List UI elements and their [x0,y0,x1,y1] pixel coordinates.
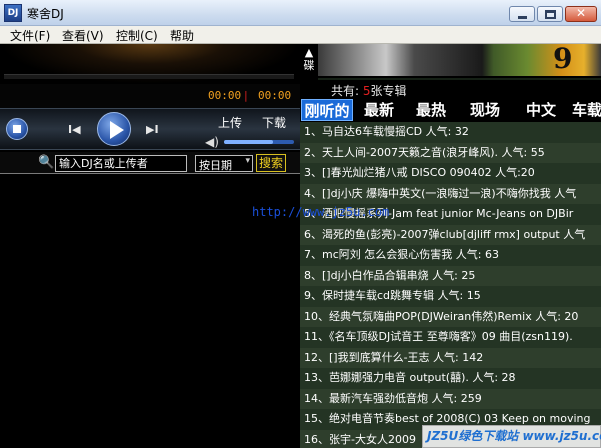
corner-watermark: JZ5U绿色下载站 www.jz5u.com [422,425,601,448]
song-list-item[interactable]: 13、芭娜娜强力电音 output(囍). 人气: 28 [300,368,601,389]
album-count-text: 张专辑 [370,84,407,98]
song-list-item[interactable]: 2、天上人间-2007天籁之音(浪牙峰风). 人气: 55 [300,142,601,163]
time-display: 00:00 | 00:00 [0,84,300,108]
app-icon: DJ [4,4,22,22]
song-list-item[interactable]: 3、[]春光灿烂猪八戒 DISCO 090402 人气:20 [300,163,601,184]
menu-view[interactable]: 查看(V) [62,27,104,44]
seek-bar[interactable] [4,74,294,79]
tab-live[interactable]: 现场 [464,99,506,121]
album-count-prefix: 共有: [331,84,360,98]
search-icon: 🔍 [38,155,55,170]
play-button[interactable] [97,112,131,146]
tab-newest[interactable]: 最新 [358,99,400,121]
tab-recent[interactable]: 刚听的 [301,99,353,121]
sidebar-toggle[interactable]: ▲ 碟 [300,44,318,80]
player-panel: 00:00 | 00:00 I◀ ▶I 上传 下载 ◀) 🔍 按日期 ▾ 搜索 [0,44,300,448]
song-list-item[interactable]: 7、mc阿刘 怎么会狠心伤害我 人气: 63 [300,245,601,266]
visualizer [0,44,300,84]
time-current: 00:00 [208,89,242,102]
download-button[interactable]: 下载 [262,114,286,131]
song-list-item[interactable]: 6、渴死的鱼(彭亮)-2007弹club[djliff rmx] output … [300,224,601,245]
sort-dropdown[interactable]: 按日期 ▾ [195,155,253,172]
song-list-item[interactable]: 1、马自达6车载慢摇CD 人气: 32 [300,122,601,143]
close-button[interactable]: ✕ [565,6,597,22]
tab-chinese[interactable]: 中文 [520,99,562,121]
playback-controls: I◀ ▶I 上传 下载 ◀) [0,108,300,150]
song-list-item[interactable]: 10、经典气氛嗨曲POP(DJWeiran伟然)Remix 人气: 20 [300,306,601,327]
library-panel: ▲ 碟 9 共有: 5张专辑 刚听的 最新 最热 现场 中文 车载 1、马自达6… [300,42,601,448]
album-count: 共有: 5张专辑 [331,82,407,99]
close-icon: ✕ [575,6,587,20]
menu-help[interactable]: 帮助 [170,27,194,44]
maximize-button[interactable] [537,6,563,22]
menu-bar: 文件(F) 查看(V) 控制(C) 帮助 [0,26,601,44]
tab-car[interactable]: 车载 [566,99,601,121]
search-input[interactable] [55,155,187,172]
volume-slider[interactable] [224,140,294,144]
minimize-button[interactable] [509,6,535,22]
time-separator: | [244,89,248,102]
album-cover-strip[interactable]: 9 [318,42,601,78]
song-list: 1、马自达6车载慢摇CD 人气: 32 2、天上人间-2007天籁之音(浪牙峰风)… [300,122,601,448]
search-button[interactable]: 搜索 [256,154,286,172]
volume-icon: ◀) [205,135,219,149]
category-tabs: 刚听的 最新 最热 现场 中文 车载 [300,98,601,122]
song-list-item[interactable]: 11、《名车顶级DJ试音王 至尊嗨客》09 曲目(zsn119). [300,327,601,348]
album-number: 9 [553,42,573,75]
song-list-item[interactable]: 4、[]dj小庆 爆嗨中英文(一浪嗨过一浪)不嗨你找我 人气 [300,183,601,204]
watermark-url: http://www.jz5u.com [252,205,390,219]
play-icon [110,121,124,139]
sort-value: 按日期 [199,159,232,172]
menu-control[interactable]: 控制(C) [116,27,158,44]
stop-icon [13,125,21,133]
upload-button[interactable]: 上传 [218,114,242,131]
window-title: 寒舍DJ [27,7,64,21]
chevron-down-icon: ▾ [245,156,250,166]
time-total: 00:00 [258,89,292,102]
song-list-item[interactable]: 9、保时捷车载cd跳舞专辑 人气: 15 [300,286,601,307]
next-button[interactable]: ▶I [146,123,159,136]
sidebar-toggle-label: ▲ 碟 [303,46,315,72]
tab-hottest[interactable]: 最热 [410,99,452,121]
title-bar: DJ 寒舍DJ ✕ [0,0,601,26]
song-list-item[interactable]: 14、最新汽车强劲低音炮 人气: 259 [300,388,601,409]
maximize-icon [545,10,556,19]
search-bar: 🔍 按日期 ▾ 搜索 [0,152,300,174]
album-count-bar: 共有: 5张专辑 [300,80,601,98]
volume-level [224,140,273,144]
stop-button[interactable] [6,118,28,140]
album-count-number: 5 [362,84,371,98]
song-list-item[interactable]: 12、[]我到底算什么-王志 人气: 142 [300,347,601,368]
previous-button[interactable]: I◀ [68,123,81,136]
song-list-item[interactable]: 8、[]dj小白作品合辑串烧 人气: 25 [300,265,601,286]
minimize-icon [518,16,527,19]
menu-file[interactable]: 文件(F) [10,27,50,44]
